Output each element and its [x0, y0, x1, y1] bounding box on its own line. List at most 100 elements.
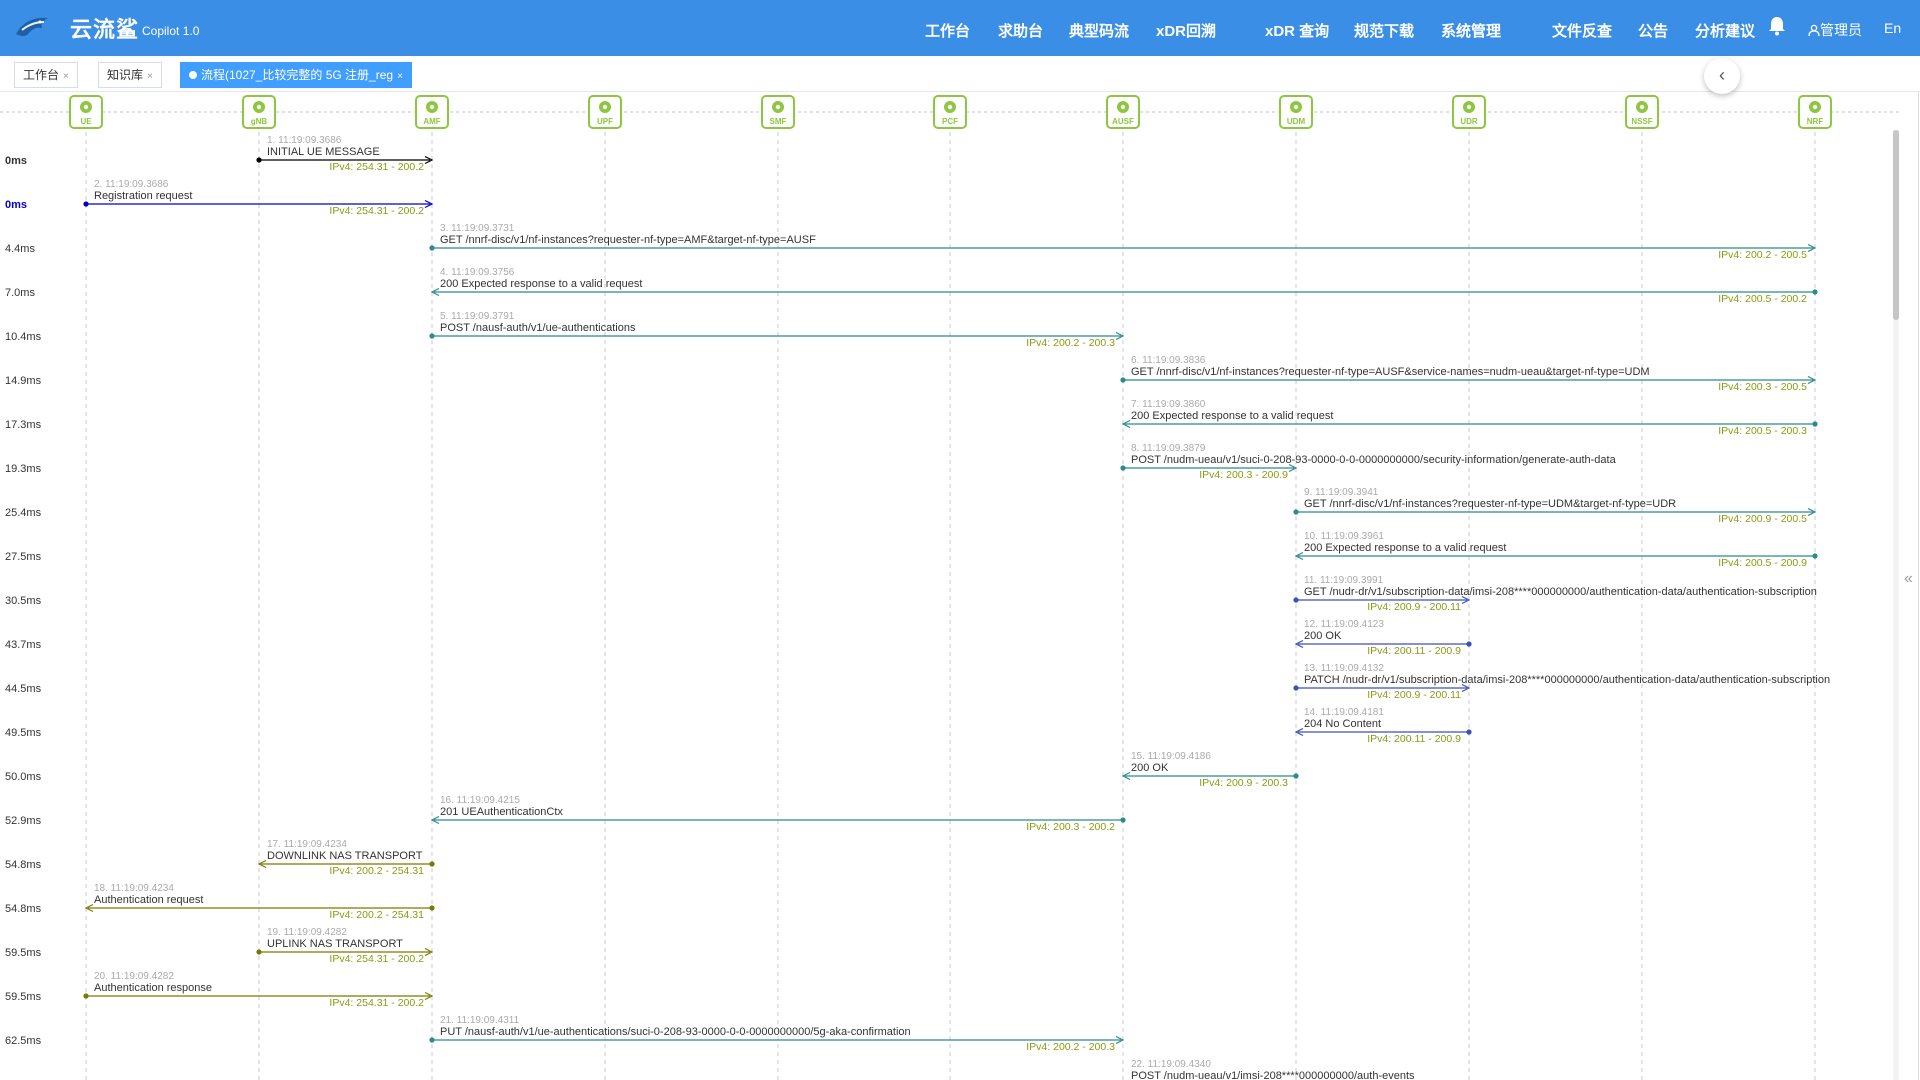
- panel-divider: [1918, 92, 1919, 1080]
- expand-panel-handle[interactable]: «: [1904, 570, 1913, 588]
- vertical-scrollbar-thumb[interactable]: [1893, 130, 1899, 320]
- tab-label: 知识库: [107, 68, 144, 82]
- nav-xdr-trace[interactable]: xDR回溯: [1156, 20, 1216, 41]
- node-nssf[interactable]: NSSF: [1625, 95, 1659, 129]
- message-seq: 10. 11:19:09.3961: [1304, 531, 1384, 542]
- message-label: 200 OK: [1131, 762, 1169, 774]
- node-nrf[interactable]: NRF: [1798, 95, 1832, 129]
- time-offset: 49.5ms: [5, 727, 42, 739]
- message-start-dot: [1293, 509, 1299, 515]
- message-seq: 9. 11:19:09.3941: [1304, 487, 1379, 498]
- nav-file-lookup[interactable]: 文件反查: [1552, 20, 1612, 41]
- node-pcf[interactable]: PCF: [933, 95, 967, 129]
- time-offset: 7.0ms: [5, 287, 35, 299]
- top-nav-bar: 云流鲨 Copilot 1.0 工作台 求助台 典型码流 xDR回溯 xDR 查…: [0, 0, 1920, 56]
- node-label: AUSF: [1112, 117, 1134, 126]
- collapse-panel-button[interactable]: ‹: [1704, 58, 1740, 94]
- node-label: UE: [80, 117, 92, 126]
- language-switch[interactable]: En: [1884, 20, 1901, 36]
- message-seq: 2. 11:19:09.3686: [94, 179, 169, 190]
- message-label: INITIAL UE MESSAGE: [267, 146, 380, 158]
- nav-typical-streams[interactable]: 典型码流: [1069, 20, 1129, 41]
- message-start-dot: [1120, 465, 1126, 471]
- flow-icon-center: [947, 104, 953, 110]
- ip-pair: IPv4: 200.5 - 200.3: [1718, 425, 1807, 437]
- node-udm[interactable]: UDM: [1279, 95, 1313, 129]
- node-label: UDR: [1460, 117, 1478, 126]
- node-label: PCF: [942, 117, 958, 126]
- message-label: 200 Expected response to a valid request: [1131, 410, 1333, 422]
- node-label: SMF: [770, 117, 787, 126]
- node-gnb[interactable]: gNB: [242, 95, 276, 129]
- message-start-dot: [83, 993, 89, 999]
- message-start-dot: [256, 949, 262, 955]
- message-start-dot: [429, 333, 435, 339]
- message-start-dot: [1812, 553, 1818, 559]
- ip-pair: IPv4: 254.31 - 200.2: [329, 205, 424, 217]
- message-label: Authentication response: [94, 982, 212, 994]
- time-offset: 54.8ms: [5, 859, 42, 871]
- message-seq: 6. 11:19:09.3836: [1131, 355, 1206, 366]
- time-offset: 43.7ms: [5, 639, 42, 651]
- time-offset: 4.4ms: [5, 243, 35, 255]
- message-label: POST /nausf-auth/v1/ue-authentications: [440, 322, 636, 334]
- message-seq: 21. 11:19:09.4311: [440, 1015, 520, 1026]
- message-start-dot: [83, 201, 89, 207]
- node-udr[interactable]: UDR: [1452, 95, 1486, 129]
- nav-xdr-query[interactable]: xDR 查询: [1265, 20, 1329, 41]
- ip-pair: IPv4: 254.31 - 200.2: [329, 161, 424, 173]
- ip-pair: IPv4: 200.2 - 200.3: [1026, 1041, 1115, 1053]
- time-offset: 0ms: [5, 155, 27, 167]
- message-start-dot: [256, 157, 262, 163]
- bell-icon[interactable]: [1768, 16, 1786, 36]
- message-seq: 5. 11:19:09.3791: [440, 311, 515, 322]
- user-menu[interactable]: 管理员: [1808, 20, 1862, 40]
- node-amf[interactable]: AMF: [415, 95, 449, 129]
- ip-pair: IPv4: 200.2 - 254.31: [329, 909, 424, 921]
- gear-icon-center: [775, 104, 781, 110]
- ip-pair: IPv4: 200.3 - 200.2: [1026, 821, 1115, 833]
- node-label: UDM: [1287, 117, 1306, 126]
- message-start-dot: [1120, 377, 1126, 383]
- node-ue[interactable]: UE: [69, 95, 103, 129]
- nav-workbench[interactable]: 工作台: [925, 20, 970, 41]
- message-label: 200 Expected response to a valid request: [440, 278, 642, 290]
- time-offset: 19.3ms: [5, 463, 42, 475]
- ip-pair: IPv4: 254.31 - 200.2: [329, 953, 424, 965]
- message-start-dot: [1120, 817, 1126, 823]
- message-seq: 19. 11:19:09.4282: [267, 927, 347, 938]
- tab-workbench[interactable]: 工作台 ×: [14, 62, 78, 88]
- chevron-left-icon: ‹: [1719, 65, 1725, 85]
- close-icon[interactable]: ×: [147, 71, 153, 82]
- nav-notice[interactable]: 公告: [1638, 20, 1668, 41]
- nav-help[interactable]: 求助台: [998, 20, 1043, 41]
- message-start-dot: [429, 905, 435, 911]
- time-offset: 52.9ms: [5, 815, 42, 827]
- message-label: GET /nnrf-disc/v1/nf-instances?requester…: [1304, 498, 1676, 510]
- time-offset: 14.9ms: [5, 375, 42, 387]
- nav-analysis[interactable]: 分析建议: [1695, 20, 1755, 41]
- shark-logo-icon: [16, 17, 48, 36]
- user-icon: [1808, 24, 1820, 37]
- ip-pair: IPv4: 200.11 - 200.9: [1367, 733, 1461, 745]
- node-upf[interactable]: UPF: [588, 95, 622, 129]
- ip-pair: IPv4: 200.5 - 200.2: [1718, 293, 1807, 305]
- tab-flow[interactable]: 流程(1027_比较完整的 5G 注册_reg ×: [180, 62, 412, 88]
- tab-knowledge[interactable]: 知识库 ×: [98, 62, 162, 88]
- close-icon[interactable]: ×: [63, 71, 69, 82]
- node-smf[interactable]: SMF: [761, 95, 795, 129]
- close-icon[interactable]: ×: [397, 71, 403, 82]
- message-label: Authentication request: [94, 894, 203, 906]
- ip-pair: IPv4: 200.3 - 200.9: [1199, 469, 1288, 481]
- time-offset: 27.5ms: [5, 551, 42, 563]
- time-offset: 59.5ms: [5, 991, 42, 1003]
- message-seq: 7. 11:19:09.3860: [1131, 399, 1206, 410]
- time-offset: 59.5ms: [5, 947, 42, 959]
- database-icon-center: [1639, 104, 1645, 110]
- sequence-diagram: UE gNB AMF UPF SMF PCF AUSF UDM UDR NSSF NRF 0ms 1. …: [0, 92, 1900, 1080]
- nav-spec-download[interactable]: 规范下载: [1354, 20, 1414, 41]
- message-seq: 16. 11:19:09.4215: [440, 795, 520, 806]
- nav-system[interactable]: 系统管理: [1441, 20, 1501, 41]
- message-start-dot: [1293, 597, 1299, 603]
- node-ausf[interactable]: AUSF: [1106, 95, 1140, 129]
